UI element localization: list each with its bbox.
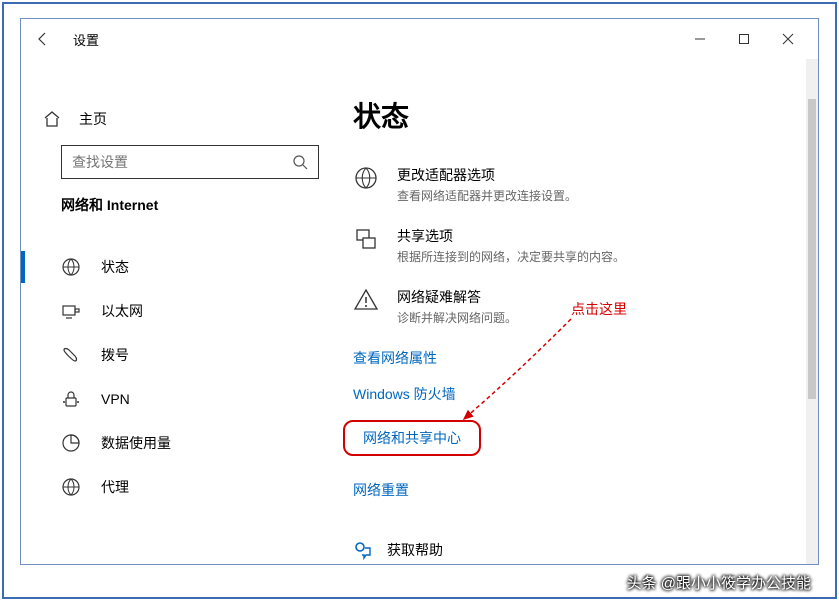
link-sharing-center[interactable]: 网络和共享中心 — [363, 428, 461, 448]
nav-item-proxy[interactable]: 代理 — [21, 465, 341, 509]
nav-item-ethernet[interactable]: 以太网 — [21, 289, 341, 333]
option-adapter[interactable]: 更改适配器选项 查看网络适配器并更改连接设置。 — [353, 165, 818, 204]
ethernet-icon — [61, 301, 81, 321]
search-icon — [292, 154, 308, 170]
page-title: 状态 — [353, 95, 818, 135]
option-sharing[interactable]: 共享选项 根据所连接到的网络，决定要共享的内容。 — [353, 226, 818, 265]
nav-item-data-usage[interactable]: 数据使用量 — [21, 421, 341, 465]
help-icon — [353, 540, 373, 560]
nav-list: 状态 以太网 拨号 — [21, 245, 341, 509]
annotation-highlight: 网络和共享中心 — [343, 420, 481, 456]
status-icon — [61, 257, 81, 277]
scrollbar[interactable] — [806, 59, 818, 564]
search-input[interactable] — [62, 146, 318, 178]
nav-item-vpn[interactable]: VPN — [21, 377, 341, 421]
search-box[interactable] — [61, 145, 319, 179]
vpn-icon — [61, 389, 81, 409]
nav-label: 数据使用量 — [101, 433, 171, 453]
settings-window: 设置 主页 — [20, 18, 819, 565]
annotation-label: 点击这里 — [571, 299, 627, 319]
option-title: 网络疑难解答 — [397, 287, 517, 307]
get-help-label: 获取帮助 — [387, 540, 443, 560]
nav-label: 代理 — [101, 477, 129, 497]
home-button[interactable]: 主页 — [21, 99, 341, 139]
back-button[interactable] — [29, 25, 57, 53]
proxy-icon — [61, 477, 81, 497]
window-title: 设置 — [73, 30, 99, 49]
option-subtitle: 诊断并解决网络问题。 — [397, 309, 517, 326]
option-title: 共享选项 — [397, 226, 625, 246]
sidebar: 主页 网络和 Internet 状态 — [21, 59, 341, 564]
option-subtitle: 根据所连接到的网络，决定要共享的内容。 — [397, 248, 625, 265]
dialup-icon — [61, 345, 81, 365]
category-title: 网络和 Internet — [21, 195, 341, 225]
close-button[interactable] — [766, 24, 810, 54]
nav-label: 拨号 — [101, 345, 129, 365]
link-firewall[interactable]: Windows 防火墙 — [353, 384, 818, 404]
option-subtitle: 查看网络适配器并更改连接设置。 — [397, 187, 577, 204]
get-help-link[interactable]: 获取帮助 — [353, 540, 818, 560]
globe-icon — [353, 165, 381, 193]
warning-icon — [353, 287, 381, 315]
nav-label: 以太网 — [101, 301, 143, 321]
maximize-button[interactable] — [722, 24, 766, 54]
nav-label: VPN — [101, 391, 130, 407]
home-icon — [43, 110, 61, 128]
share-icon — [353, 226, 381, 254]
scrollbar-thumb[interactable] — [808, 99, 816, 399]
watermark: 头条 @跟小小筱学办公技能 — [627, 572, 811, 593]
option-title: 更改适配器选项 — [397, 165, 577, 185]
link-network-reset[interactable]: 网络重置 — [353, 480, 818, 500]
minimize-button[interactable] — [678, 24, 722, 54]
home-label: 主页 — [79, 109, 107, 129]
data-usage-icon — [61, 433, 81, 453]
annotation-arrow — [456, 314, 586, 434]
link-view-props[interactable]: 查看网络属性 — [353, 348, 818, 368]
nav-item-dialup[interactable]: 拨号 — [21, 333, 341, 377]
titlebar: 设置 — [21, 19, 818, 59]
nav-label: 状态 — [101, 257, 129, 277]
main-pane: 状态 更改适配器选项 查看网络适配器并更改连接设置。 共享选项 — [341, 59, 818, 564]
nav-item-status[interactable]: 状态 — [21, 245, 341, 289]
